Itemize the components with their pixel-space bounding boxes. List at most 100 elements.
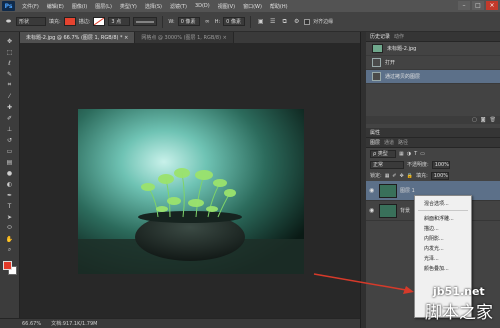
color-swatches (2, 260, 18, 276)
lock-transparent-icon[interactable]: ▦ (385, 173, 390, 179)
marquee-tool-icon[interactable]: ⬚ (3, 47, 17, 57)
path-alignment-icon[interactable]: ☰ (268, 17, 277, 26)
blend-row: 正常 不透明度: 100% (366, 159, 500, 170)
separator (162, 15, 164, 28)
fill-swatch[interactable] (63, 17, 76, 26)
shape-mode-select[interactable]: 形状 (16, 17, 46, 26)
tab-document-1[interactable]: 未标题-2.jpg @ 66.7% (图层 1, RGB/8) * × (20, 32, 136, 43)
menu-item-inner-glow[interactable]: 内发光... (415, 243, 471, 253)
filter-adjustment-icon[interactable]: ◑ (407, 151, 411, 157)
zoom-tool-icon[interactable]: ⌕ (3, 245, 17, 255)
blend-mode-select[interactable]: 正常 (370, 160, 404, 169)
menu-item-bevel-emboss[interactable]: 斜面和浮雕... (415, 213, 471, 223)
menu-item-color-overlay[interactable]: 颜色叠加... (415, 263, 471, 273)
height-field[interactable]: 0 像素 (223, 17, 246, 26)
history-label: 通过拷贝的图层 (385, 74, 421, 80)
menu-help[interactable]: 帮助(H) (266, 3, 292, 10)
gradient-tool-icon[interactable]: ▤ (3, 157, 17, 167)
lasso-tool-icon[interactable]: ℓ (3, 58, 17, 68)
stroke-size-field[interactable]: 3 点 (108, 17, 131, 26)
canvas-area[interactable] (20, 43, 360, 318)
move-tool-icon[interactable]: ✥ (3, 36, 17, 46)
align-edges-label: 对齐边缘 (313, 19, 334, 25)
lock-move-icon[interactable]: ✥ (400, 173, 404, 179)
shape-tool-icon[interactable]: ⬭ (3, 223, 17, 233)
menu-layer[interactable]: 图层(L) (91, 3, 116, 10)
history-step-open[interactable]: 打开 (366, 56, 500, 70)
lock-paint-icon[interactable]: ✐ (392, 173, 396, 179)
history-panel-footer: ▢ ◙ 🗑 (366, 116, 500, 124)
zoom-level[interactable]: 66.67% (22, 321, 41, 327)
blur-tool-icon[interactable]: ● (3, 168, 17, 178)
filter-pixel-icon[interactable]: ▦ (399, 151, 404, 157)
align-edges-checkbox[interactable] (304, 18, 311, 25)
opacity-field[interactable]: 100% (431, 160, 450, 169)
crop-tool-icon[interactable]: ⌗ (3, 80, 17, 90)
tab-properties[interactable]: 属性 (370, 129, 380, 136)
history-brush-tool-icon[interactable]: ↺ (3, 135, 17, 145)
path-operations-icon[interactable]: ▣ (256, 17, 265, 26)
menu-select[interactable]: 选择(S) (141, 3, 166, 10)
menu-image[interactable]: 图像(I) (68, 3, 91, 10)
stroke-swatch[interactable] (93, 17, 106, 26)
fill-field[interactable]: 100% (430, 171, 449, 180)
history-step-layer-via-copy[interactable]: 通过拷贝的图层 (366, 70, 500, 84)
lock-all-icon[interactable]: 🔒 (407, 173, 413, 179)
minimize-button[interactable]: – (458, 1, 470, 10)
trash-icon[interactable]: 🗑 (490, 117, 496, 123)
tab-channels[interactable]: 通道 (384, 139, 394, 146)
camera-icon[interactable]: ◙ (481, 117, 486, 123)
path-arrangement-icon[interactable]: ⧉ (280, 17, 289, 26)
lock-label: 锁定: (370, 173, 382, 179)
dodge-tool-icon[interactable]: ◐ (3, 179, 17, 189)
filter-type-icon[interactable]: T (414, 151, 417, 157)
close-button[interactable]: × (486, 1, 498, 10)
layer-kind-filter[interactable]: ρ 类型 (370, 149, 396, 158)
menu-filter[interactable]: 滤镜(T) (166, 3, 191, 10)
tab-paths[interactable]: 路径 (398, 139, 408, 146)
menu-type[interactable]: 类型(Y) (116, 3, 141, 10)
eye-icon[interactable]: ◉ (369, 187, 376, 194)
fill-label: 填充: (49, 19, 61, 25)
tab-layers[interactable]: 图层 (370, 139, 380, 146)
history-panel: 未标题-2.jpg 打开 通过拷贝的图层 ▢ ◙ 🗑 (366, 42, 500, 124)
menu-file[interactable]: 文件(F) (18, 3, 43, 10)
quick-select-tool-icon[interactable]: ✎ (3, 69, 17, 79)
eraser-tool-icon[interactable]: ▭ (3, 146, 17, 156)
path-select-tool-icon[interactable]: ➤ (3, 212, 17, 222)
filter-shape-icon[interactable]: ▭ (420, 151, 425, 157)
menu-view[interactable]: 视图(V) (214, 3, 239, 10)
new-document-from-state-icon[interactable]: ▢ (472, 117, 477, 123)
tab-history[interactable]: 历史记录 (370, 33, 390, 40)
eyedropper-tool-icon[interactable]: ⁄ (3, 91, 17, 101)
history-snapshot[interactable]: 未标题-2.jpg (366, 42, 500, 56)
tab-document-2[interactable]: 网格点 @ 3000% (图层 1, RGB/8) × (135, 32, 234, 43)
history-label: 打开 (385, 60, 396, 66)
eye-icon[interactable]: ◉ (369, 207, 376, 214)
annotation-arrow (313, 273, 414, 294)
maximize-button[interactable]: □ (472, 1, 484, 10)
link-icon[interactable]: ∞ (203, 17, 212, 26)
menu-3d[interactable]: 3D(D) (191, 3, 214, 9)
menu-edit[interactable]: 编辑(E) (43, 3, 68, 10)
height-label: H: (214, 18, 221, 25)
history-label: 未标题-2.jpg (387, 46, 417, 52)
stamp-tool-icon[interactable]: ⊥ (3, 124, 17, 134)
menu-item-blending-options[interactable]: 混合选项... (415, 198, 471, 208)
tab-actions[interactable]: 动作 (394, 33, 404, 40)
healing-tool-icon[interactable]: ✚ (3, 102, 17, 112)
pen-tool-icon[interactable]: ✒ (3, 190, 17, 200)
menu-item-stroke[interactable]: 描边... (415, 223, 471, 233)
menu-window[interactable]: 窗口(W) (239, 3, 266, 10)
properties-header: 属性 (366, 128, 500, 138)
brush-tool-icon[interactable]: ✐ (3, 113, 17, 123)
gear-icon[interactable]: ⚙ (292, 17, 301, 26)
menu-item-satin[interactable]: 光泽... (415, 253, 471, 263)
type-tool-icon[interactable]: T (3, 201, 17, 211)
stroke-type-select[interactable] (133, 17, 158, 26)
menu-item-inner-shadow[interactable]: 内阴影... (415, 233, 471, 243)
width-field[interactable]: 0 像素 (177, 17, 200, 26)
foreground-color-swatch[interactable] (2, 261, 12, 270)
hand-tool-icon[interactable]: ✋ (3, 234, 17, 244)
shape-tool-preset-icon[interactable]: ⬬ (4, 17, 13, 26)
